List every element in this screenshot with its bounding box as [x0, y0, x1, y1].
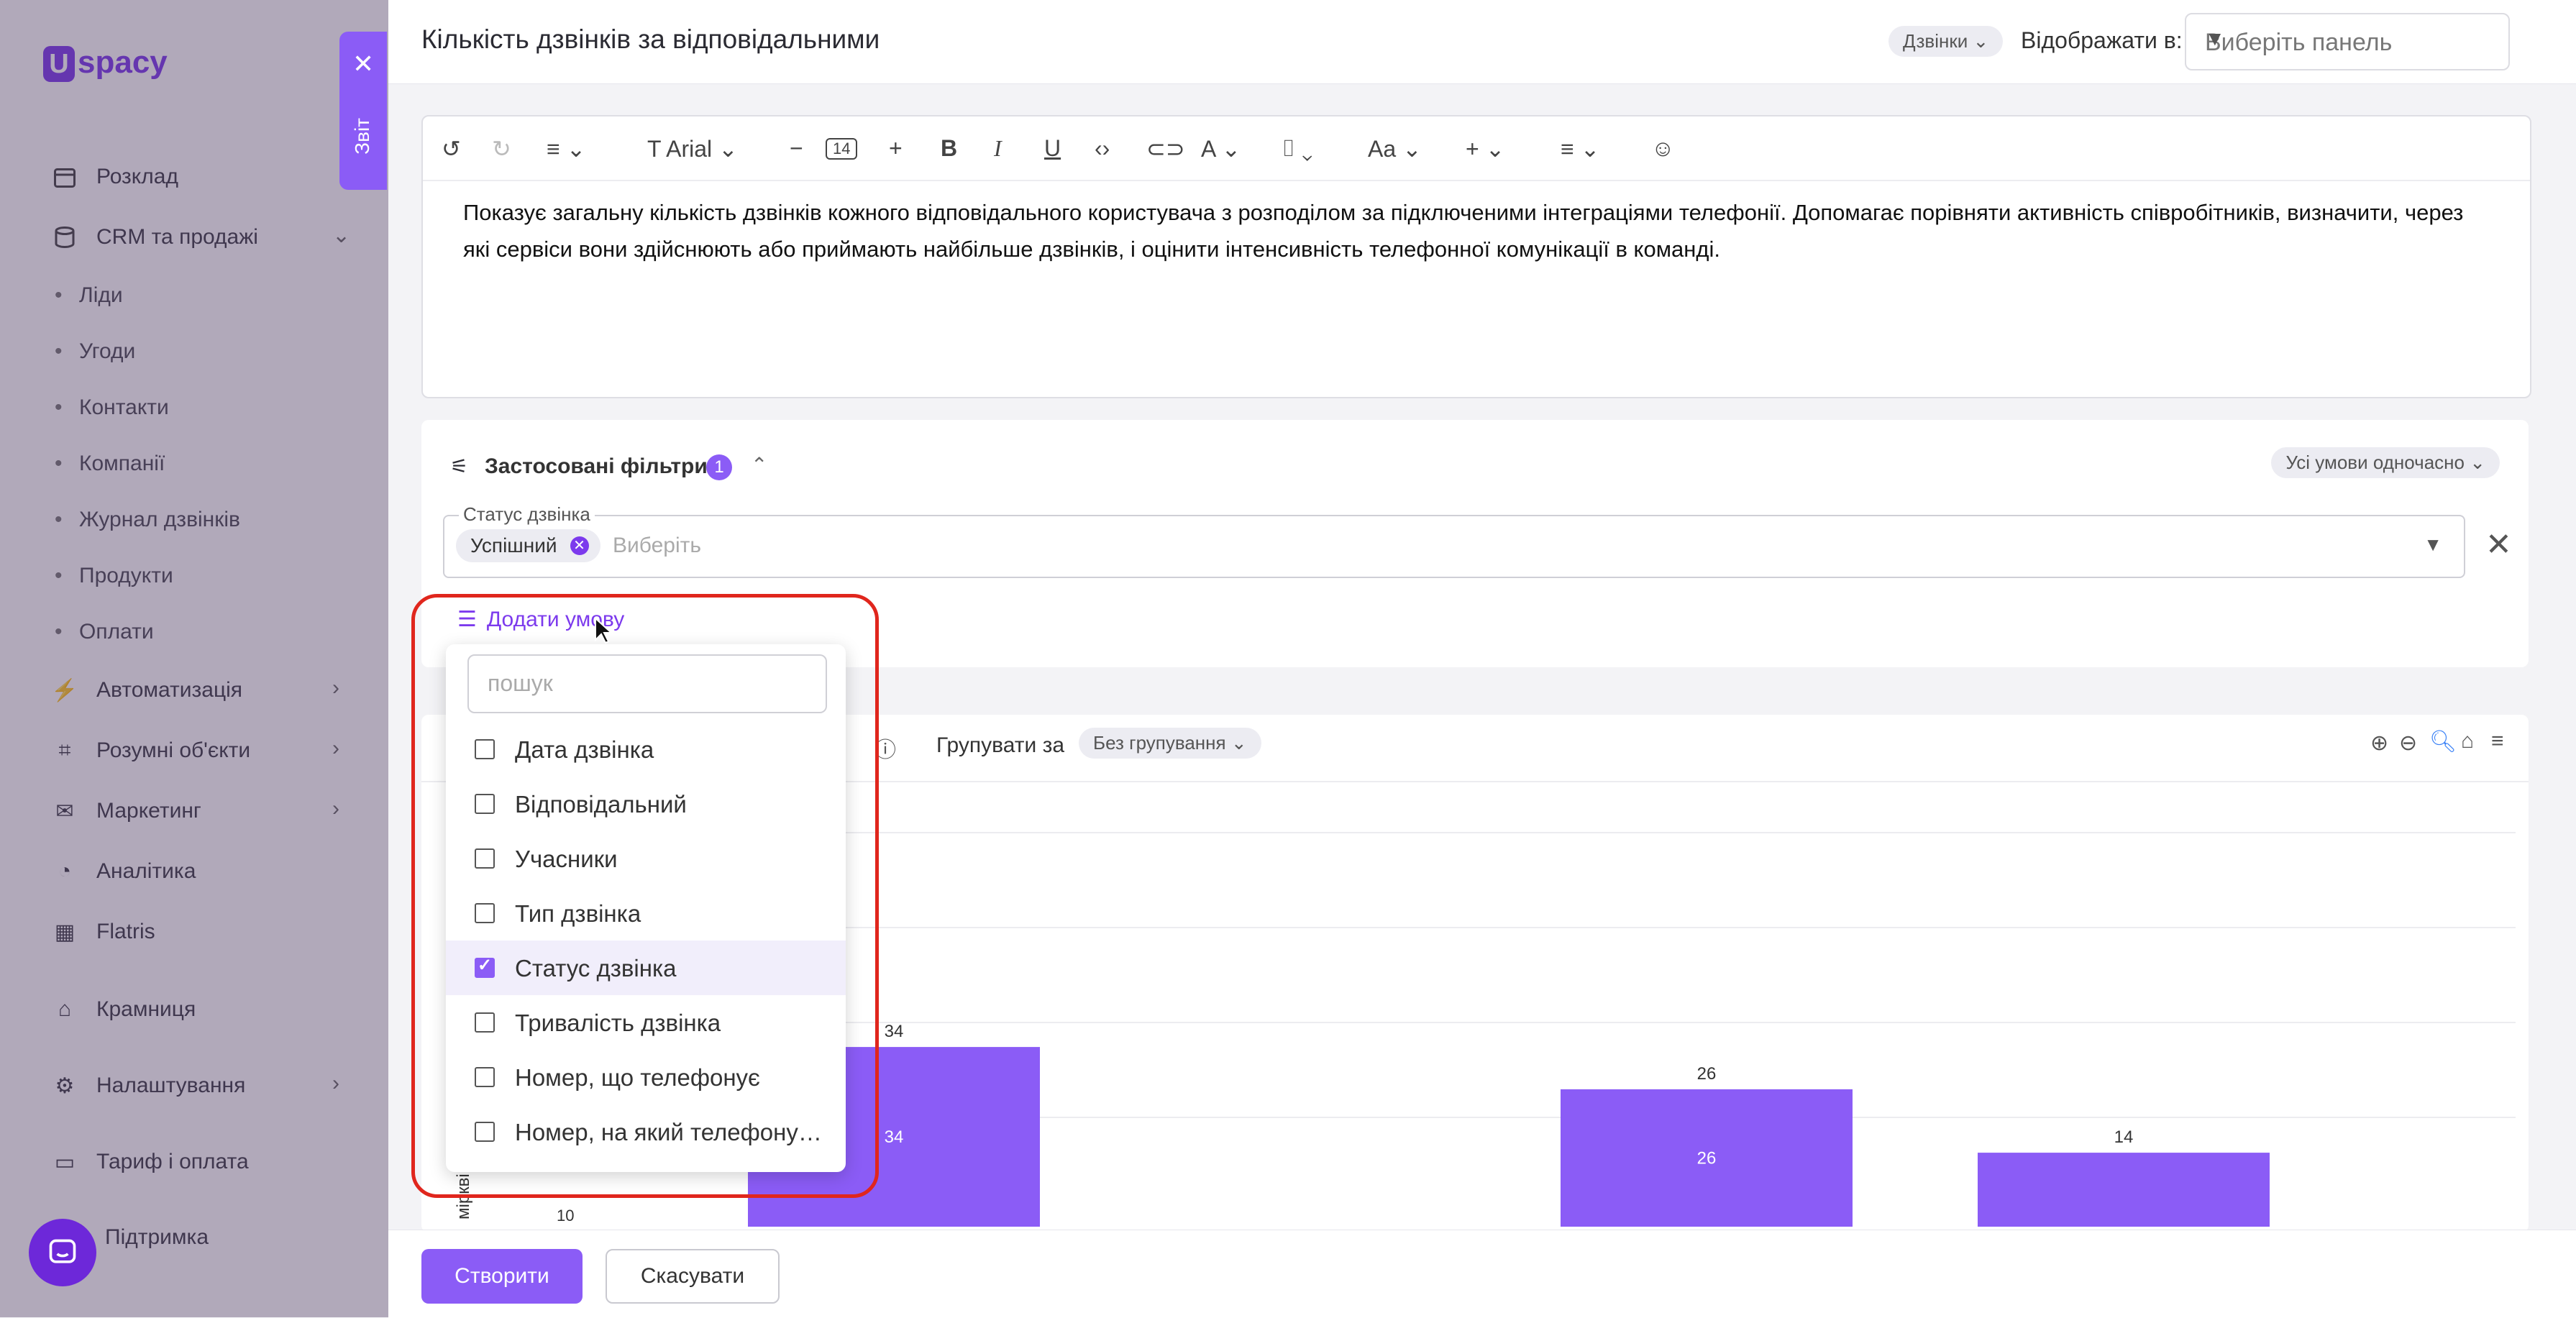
- editor-content[interactable]: Показує загальну кількість дзвінків кожн…: [463, 194, 2491, 267]
- align-icon[interactable]: ≡ ⌄: [1561, 135, 1599, 163]
- y-tick-label: 10: [557, 1207, 574, 1225]
- filters-count-badge: 1: [706, 454, 732, 480]
- editor-toolbar: ↺ ↻ ≡ ⌄ T Arial ⌄ − 14 + B I U ‹› ⊂⊃ A ⌄…: [423, 116, 2530, 181]
- highlight-annotation: [411, 594, 879, 1198]
- call-status-filter[interactable]: Статус дзвінка Успішний ✕ Виберіть ▼: [443, 503, 2465, 578]
- condition-mode-pill[interactable]: Усі умови одночасно ⌄: [2271, 447, 2500, 478]
- show-in-label: Відображати в:: [2021, 27, 2183, 53]
- caret-down-icon: ▼: [2205, 27, 2225, 50]
- modal-backdrop[interactable]: [0, 0, 388, 1317]
- bold-icon[interactable]: B: [941, 135, 957, 162]
- filter-placeholder: Виберіть: [613, 534, 702, 557]
- font-size-field[interactable]: 14: [826, 138, 858, 160]
- description-editor[interactable]: ↺ ↻ ≡ ⌄ T Arial ⌄ − 14 + B I U ‹› ⊂⊃ A ⌄…: [421, 115, 2531, 398]
- footer: Створити Скасувати: [388, 1230, 2576, 1318]
- zoom-in-icon[interactable]: ⊕: [2370, 731, 2388, 756]
- italic-icon[interactable]: I: [994, 135, 1002, 162]
- underline-icon[interactable]: U: [1044, 135, 1061, 162]
- bar-inner-label: 34: [885, 1127, 904, 1147]
- code-icon[interactable]: ‹›: [1095, 135, 1110, 162]
- group-by-select[interactable]: Без групування ⌄: [1079, 728, 1261, 759]
- report-tab[interactable]: ✕ Звіт: [339, 32, 387, 190]
- undo-icon[interactable]: ↺: [442, 135, 461, 163]
- chart-bar: [1978, 1153, 2270, 1227]
- cancel-button[interactable]: Скасувати: [606, 1249, 780, 1304]
- insert-icon[interactable]: + ⌄: [1466, 135, 1504, 163]
- font-color-icon[interactable]: A ⌄: [1201, 135, 1241, 163]
- chip-remove-icon[interactable]: ✕: [570, 536, 589, 555]
- group-by-label: Групувати за: [936, 733, 1065, 757]
- filter-chip[interactable]: Успішний ✕: [456, 529, 600, 562]
- emoji-icon[interactable]: ☺: [1651, 135, 1675, 162]
- font-select[interactable]: T Arial ⌄: [647, 135, 738, 163]
- bar-value-label: 14: [2114, 1127, 2134, 1147]
- redo-icon[interactable]: ↻: [492, 135, 511, 163]
- remove-filter-icon[interactable]: ✕: [2485, 526, 2512, 563]
- panel-select[interactable]: Виберіть панель ▼: [2185, 13, 2510, 70]
- chevron-up-icon[interactable]: ⌃: [751, 453, 767, 477]
- filters-title: Застосовані фільтри: [485, 454, 708, 478]
- bar-inner-label: 26: [1697, 1148, 1717, 1168]
- chat-support-button[interactable]: [29, 1219, 96, 1286]
- mouse-cursor-icon: [595, 617, 613, 644]
- report-tab-label: Звіт: [351, 118, 373, 155]
- home-icon[interactable]: ⌂: [2461, 729, 2474, 754]
- link-icon[interactable]: ⊂⊃: [1146, 135, 1185, 163]
- increase-size-icon[interactable]: +: [889, 135, 903, 162]
- paragraph-icon[interactable]: ≡ ⌄: [547, 135, 585, 163]
- bar-value-label: 34: [885, 1022, 904, 1041]
- zoom-out-icon[interactable]: ⊖: [2399, 731, 2417, 756]
- page-title: Кількість дзвінків за відповідальними: [421, 24, 880, 54]
- highlight-color-icon[interactable]: ⌷ ⌄: [1282, 135, 1312, 163]
- zoom-select-icon[interactable]: 🔍︎: [2429, 729, 2457, 754]
- decrease-size-icon[interactable]: −: [790, 135, 803, 162]
- create-button[interactable]: Створити: [421, 1249, 583, 1304]
- caret-down-icon[interactable]: ▼: [2424, 534, 2442, 556]
- source-pill[interactable]: Дзвінки ⌄: [1888, 26, 2004, 57]
- text-case-icon[interactable]: Aa ⌄: [1368, 135, 1422, 163]
- menu-icon[interactable]: ≡: [2491, 729, 2504, 754]
- header: Кількість дзвінків за відповідальними Дз…: [388, 0, 2576, 84]
- field-label: Статус дзвінка: [459, 503, 595, 526]
- bar-value-label: 26: [1697, 1064, 1717, 1084]
- filter-icon: ⚟: [450, 455, 469, 477]
- close-icon[interactable]: ✕: [352, 49, 374, 79]
- chat-icon: [49, 1239, 76, 1263]
